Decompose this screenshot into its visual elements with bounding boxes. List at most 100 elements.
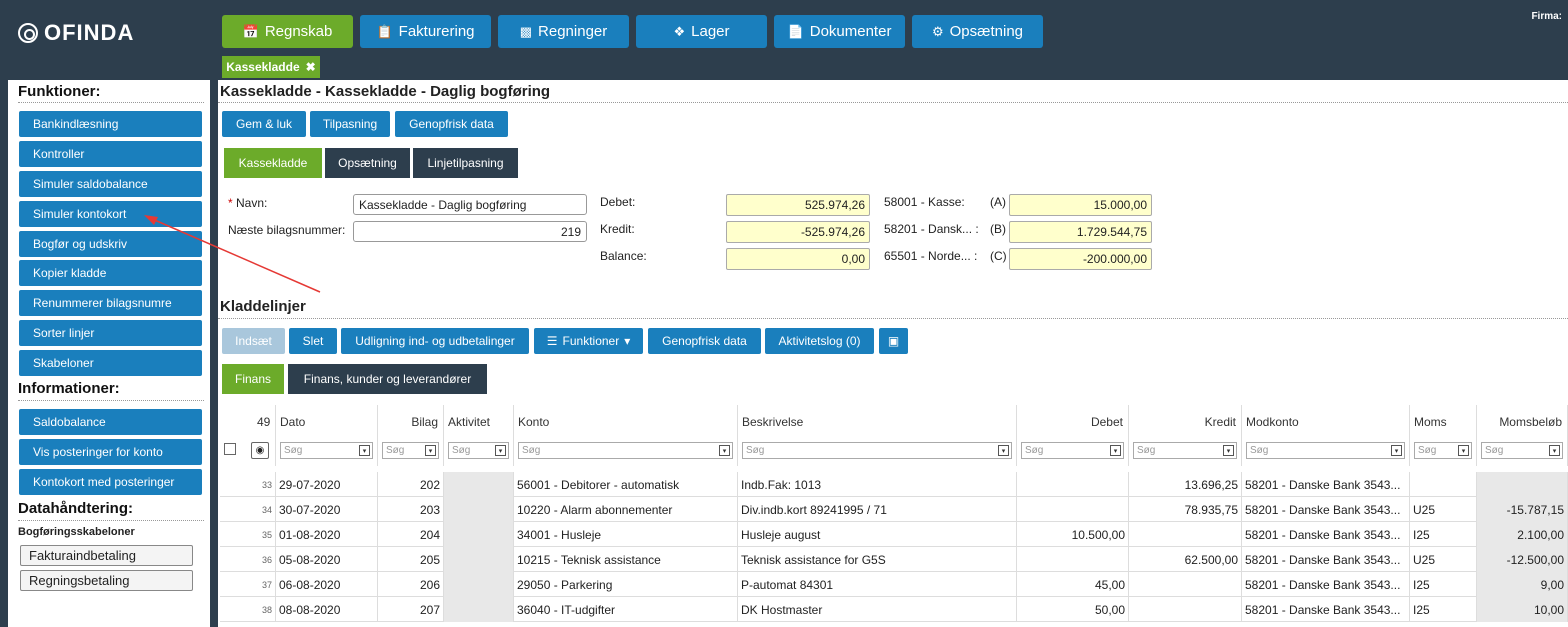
column-header-aktivitet[interactable]: Aktivitet Søg ▾: [444, 405, 514, 466]
filter-dropdown-icon[interactable]: ▾: [359, 445, 370, 456]
cell-aktivitet[interactable]: [444, 597, 514, 622]
column-header-momsbelob[interactable]: Momsbeløb Søg ▾: [1477, 405, 1568, 466]
cell-momsbelob[interactable]: -15.787,15: [1477, 497, 1568, 522]
cell-debet[interactable]: 50,00: [1017, 597, 1129, 622]
simuler-kontokort-button[interactable]: Simuler kontokort: [19, 201, 202, 227]
cell-bilag[interactable]: 203: [378, 497, 444, 522]
renummerer-bilagsnumre-button[interactable]: Renummerer bilagsnumre: [19, 290, 202, 316]
gem-og-luk-button[interactable]: Gem & luk: [222, 111, 306, 137]
cell-bilag[interactable]: 206: [378, 572, 444, 597]
cell-moms[interactable]: I25: [1410, 572, 1477, 597]
cell-momsbelob[interactable]: [1477, 472, 1568, 497]
cell-modkonto[interactable]: 58201 - Danske Bank 3543...: [1242, 547, 1410, 572]
cell-aktivitet[interactable]: [444, 497, 514, 522]
table-row[interactable]: 34 30-07-2020 203 10220 - Alarm abonnemente…: [220, 497, 1568, 522]
cell-moms[interactable]: U25: [1410, 547, 1477, 572]
cell-dato[interactable]: 05-08-2020: [276, 547, 378, 572]
cell-modkonto[interactable]: 58201 - Danske Bank 3543...: [1242, 522, 1410, 547]
tab-finans[interactable]: Finans: [222, 364, 284, 394]
cell-aktivitet[interactable]: [444, 572, 514, 597]
cell-konto[interactable]: 56001 - Debitorer - automatisk: [514, 472, 738, 497]
cell-debet[interactable]: [1017, 472, 1129, 497]
cell-kredit[interactable]: 78.935,75: [1129, 497, 1242, 522]
column-header-modkonto[interactable]: Modkonto Søg ▾: [1242, 405, 1410, 466]
nav-opsaetning-button[interactable]: ⚙ Opsætning: [912, 15, 1043, 48]
cell-modkonto[interactable]: 58201 - Danske Bank 3543...: [1242, 572, 1410, 597]
column-header-moms[interactable]: Moms Søg ▾: [1410, 405, 1477, 466]
cell-momsbelob[interactable]: 2.100,00: [1477, 522, 1568, 547]
funktioner-dropdown-button[interactable]: ☰ Funktioner ▾: [534, 328, 643, 354]
filter-dropdown-icon[interactable]: ▾: [1458, 445, 1469, 456]
select-all-checkbox[interactable]: [224, 443, 236, 455]
filter-dropdown-icon[interactable]: ▾: [425, 445, 436, 456]
filter-dropdown-icon[interactable]: ▾: [1549, 445, 1560, 456]
nav-lager-button[interactable]: ❖ Lager: [636, 15, 767, 48]
column-filter-momsbelob[interactable]: Søg ▾: [1481, 442, 1563, 459]
column-filter-moms[interactable]: Søg ▾: [1414, 442, 1472, 459]
cell-moms[interactable]: [1410, 472, 1477, 497]
cell-moms[interactable]: I25: [1410, 522, 1477, 547]
aktivitetslog-button[interactable]: Aktivitetslog (0): [765, 328, 874, 354]
column-filter-dato[interactable]: Søg ▾: [280, 442, 373, 459]
table-row[interactable]: 36 05-08-2020 205 10215 - Teknisk assistanc…: [220, 547, 1568, 572]
close-icon[interactable]: ✖: [306, 60, 316, 74]
cell-momsbelob[interactable]: 10,00: [1477, 597, 1568, 622]
ofinda-logo[interactable]: OFINDA: [18, 20, 134, 46]
cell-debet[interactable]: 45,00: [1017, 572, 1129, 597]
cell-momsbelob[interactable]: 9,00: [1477, 572, 1568, 597]
cell-konto[interactable]: 34001 - Husleje: [514, 522, 738, 547]
cell-debet[interactable]: 10.500,00: [1017, 522, 1129, 547]
fakturaindbetaling-button[interactable]: Fakturaindbetaling: [20, 545, 193, 566]
tab-opsaetning[interactable]: Opsætning: [325, 148, 410, 178]
cell-kredit[interactable]: [1129, 522, 1242, 547]
tab-linjetilpasning[interactable]: Linjetilpasning: [413, 148, 518, 178]
table-row[interactable]: 38 08-08-2020 207 36040 - IT-udgifter DK Hos…: [220, 597, 1568, 622]
cell-beskrivelse[interactable]: Indb.Fak: 1013: [738, 472, 1017, 497]
cell-aktivitet[interactable]: [444, 522, 514, 547]
nav-fakturering-button[interactable]: 📋 Fakturering: [360, 15, 491, 48]
cell-dato[interactable]: 29-07-2020: [276, 472, 378, 497]
cell-momsbelob[interactable]: -12.500,00: [1477, 547, 1568, 572]
column-filter-debet[interactable]: Søg ▾: [1021, 442, 1124, 459]
skabeloner-button[interactable]: Skabeloner: [19, 350, 202, 376]
sorter-linjer-button[interactable]: Sorter linjer: [19, 320, 202, 346]
vis-posteringer-button[interactable]: Vis posteringer for konto: [19, 439, 202, 465]
column-header-dato[interactable]: Dato Søg ▾: [276, 405, 378, 466]
column-header-konto[interactable]: Konto Søg ▾: [514, 405, 738, 466]
bankindlaesning-button[interactable]: Bankindlæsning: [19, 111, 202, 137]
simuler-saldobalance-button[interactable]: Simuler saldobalance: [19, 171, 202, 197]
cell-modkonto[interactable]: 58201 - Danske Bank 3543...: [1242, 472, 1410, 497]
kontokort-med-posteringer-button[interactable]: Kontokort med posteringer: [19, 469, 202, 495]
filter-dropdown-icon[interactable]: ▾: [1110, 445, 1121, 456]
cell-modkonto[interactable]: 58201 - Danske Bank 3543...: [1242, 497, 1410, 522]
column-header-debet[interactable]: Debet Søg ▾: [1017, 405, 1129, 466]
open-tab-kassekladde[interactable]: Kassekladde ✖: [222, 56, 320, 78]
table-row[interactable]: 35 01-08-2020 204 34001 - Husleje Husleje au…: [220, 522, 1568, 547]
cell-kredit[interactable]: 13.696,25: [1129, 472, 1242, 497]
cell-moms[interactable]: I25: [1410, 597, 1477, 622]
cell-dato[interactable]: 01-08-2020: [276, 522, 378, 547]
cell-beskrivelse[interactable]: DK Hostmaster: [738, 597, 1017, 622]
cell-moms[interactable]: U25: [1410, 497, 1477, 522]
cell-dato[interactable]: 08-08-2020: [276, 597, 378, 622]
kontroller-button[interactable]: Kontroller: [19, 141, 202, 167]
binoculars-icon[interactable]: ◉: [251, 442, 269, 459]
tab-finans-kunder-leverandoerer[interactable]: Finans, kunder og leverandører: [288, 364, 487, 394]
column-header-kredit[interactable]: Kredit Søg ▾: [1129, 405, 1242, 466]
nav-regnskab-button[interactable]: 📅 Regnskab: [222, 15, 353, 48]
table-row[interactable]: 37 06-08-2020 206 29050 - Parkering P-automa…: [220, 572, 1568, 597]
cell-debet[interactable]: [1017, 547, 1129, 572]
indsaet-button[interactable]: Indsæt: [222, 328, 285, 354]
cell-konto[interactable]: 10215 - Teknisk assistance: [514, 547, 738, 572]
cell-bilag[interactable]: 205: [378, 547, 444, 572]
cell-dato[interactable]: 06-08-2020: [276, 572, 378, 597]
cell-beskrivelse[interactable]: P-automat 84301: [738, 572, 1017, 597]
cell-kredit[interactable]: [1129, 572, 1242, 597]
cell-aktivitet[interactable]: [444, 547, 514, 572]
column-filter-bilag[interactable]: Søg ▾: [382, 442, 439, 459]
cell-bilag[interactable]: 202: [378, 472, 444, 497]
genopfrisk-data-lines-button[interactable]: Genopfrisk data: [648, 328, 761, 354]
cell-beskrivelse[interactable]: Husleje august: [738, 522, 1017, 547]
cell-konto[interactable]: 29050 - Parkering: [514, 572, 738, 597]
cell-kredit[interactable]: 62.500,00: [1129, 547, 1242, 572]
